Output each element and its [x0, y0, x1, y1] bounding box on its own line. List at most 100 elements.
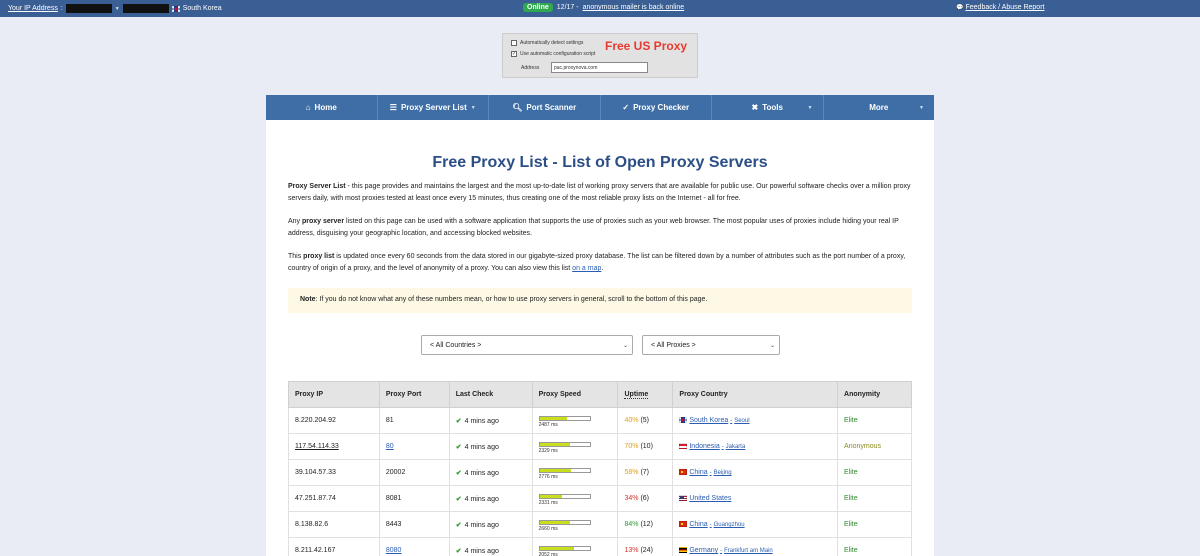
- de-flag-icon: [679, 547, 688, 554]
- last-check: ✔ 4 mins ago: [448, 485, 533, 512]
- proxy-port: 8081: [378, 485, 450, 512]
- speed-bar: [538, 519, 591, 525]
- country-select[interactable]: < All Countries > ⌄: [421, 335, 633, 355]
- tools-icon: ✖: [751, 103, 759, 112]
- proxy-country[interactable]: China - Guangzhou: [672, 511, 839, 538]
- last-check: ✔ 4 mins ago: [448, 537, 533, 556]
- proxy-ip: 39.104.57.33: [288, 459, 380, 486]
- proxy-port: 8443: [378, 511, 450, 538]
- check-icon: ✔: [455, 521, 462, 529]
- speed-bar: [538, 441, 591, 447]
- speed-bar-fill: [539, 546, 574, 550]
- home-icon: ⌂: [305, 103, 311, 112]
- ip-info: Your IP Address: ▼ South Korea: [8, 4, 222, 13]
- online-badge: Online: [523, 3, 553, 12]
- announcement-bar: Online 12/17 - anonymous mailer is back …: [523, 3, 684, 12]
- speed-bar: [538, 545, 591, 551]
- chevron-down-icon: ⌄: [769, 343, 775, 349]
- nav-proxy-checker[interactable]: ✓ Proxy Checker: [601, 95, 712, 120]
- check-icon: ✓: [622, 103, 630, 112]
- proxy-speed: 2660 ms: [531, 511, 619, 538]
- proxy-speed: 2331 ms: [531, 485, 619, 512]
- uptime: 34% (6): [617, 485, 674, 512]
- nav-port-scanner[interactable]: 🔍︎ Port Scanner: [489, 95, 601, 120]
- col-header-uptime[interactable]: Uptime: [617, 381, 674, 408]
- search-icon: 🔍︎: [512, 103, 523, 112]
- chevron-down-icon: ▼: [919, 104, 924, 111]
- ip-country: South Korea: [182, 5, 222, 12]
- anonymity: Elite: [837, 537, 912, 556]
- uptime: 84% (12): [617, 511, 674, 538]
- city-sep: -: [730, 418, 733, 424]
- anonymity: Elite: [837, 511, 912, 538]
- col-header-port: Proxy Port: [378, 381, 450, 408]
- feedback-link-wrap[interactable]: 💬 Feedback / Abuse Report: [956, 4, 1044, 11]
- chevron-down-icon: ▼: [807, 104, 813, 111]
- ad-banner[interactable]: Automatically detect settings ✓ Use auto…: [502, 33, 698, 78]
- uptime: 70% (10): [617, 433, 674, 460]
- proxy-table: Proxy IP Proxy Port Last Check Proxy Spe…: [288, 381, 912, 556]
- speed-bar-fill: [539, 520, 570, 524]
- feedback-link[interactable]: Feedback / Abuse Report: [965, 4, 1044, 11]
- uptime: 58% (7): [617, 459, 674, 486]
- table-header-row: Proxy IP Proxy Port Last Check Proxy Spe…: [288, 381, 912, 408]
- cn-flag-icon: [679, 469, 688, 476]
- main-nav: ⌂ Home ☰ Proxy Server List ▼ 🔍︎ Port Sca…: [266, 95, 934, 120]
- col-header-speed: Proxy Speed: [531, 381, 619, 408]
- check-icon: ✔: [455, 417, 462, 425]
- speech-bubble-icon: 💬: [956, 5, 964, 11]
- redacted-ip: [65, 4, 112, 13]
- nav-tools[interactable]: ✖ Tools ▼: [712, 95, 824, 120]
- chevron-down-icon: ▼: [470, 104, 476, 111]
- speed-bar-fill: [539, 468, 571, 472]
- proxy-country[interactable]: China - Beijing: [672, 459, 839, 486]
- ad-option-2: ✓ Use automatic configuration script: [511, 51, 596, 57]
- announcement-link[interactable]: anonymous mailer is back online: [583, 4, 685, 11]
- intro-paragraph-2: Any proxy server listed on this page can…: [288, 218, 899, 237]
- anonymity-select[interactable]: < All Proxies > ⌄: [642, 335, 780, 355]
- proxy-speed: 2776 ms: [531, 459, 619, 486]
- ad-address-label: Address: [521, 65, 540, 71]
- anonymity: Anonymous: [837, 433, 912, 460]
- nav-more[interactable]: More ▼: [824, 95, 935, 120]
- col-header-country: Proxy Country: [672, 381, 839, 408]
- intro-paragraph-3: This proxy list is updated once every 60…: [288, 253, 906, 272]
- anonymity: Elite: [837, 407, 912, 434]
- check-icon: ✔: [455, 443, 462, 451]
- speed-bar-fill: [539, 494, 563, 498]
- south-korea-flag-icon: [171, 5, 180, 12]
- speed-bar-fill: [539, 416, 568, 420]
- speed-bar: [538, 415, 591, 421]
- proxy-ip: 8.138.82.6: [288, 511, 380, 538]
- redacted-host: [122, 4, 169, 13]
- ad-address-field: pac.proxynova.com: [551, 62, 648, 73]
- proxy-port: 81: [378, 407, 450, 434]
- table-row: 117.54.114.33 80 ✔ 4 mins ago 2329 ms 70% (10…: [288, 433, 912, 460]
- nav-proxy-server-list[interactable]: ☰ Proxy Server List ▼: [378, 95, 489, 120]
- proxy-country[interactable]: Germany - Frankfurt am Main: [672, 537, 839, 556]
- ip-address-label[interactable]: Your IP Address: [8, 5, 58, 12]
- anonymity: Elite: [837, 485, 912, 512]
- proxy-port[interactable]: 80: [378, 433, 450, 460]
- intro-paragraph-1: Proxy Server List - this page provides a…: [288, 183, 911, 202]
- chevron-down-icon[interactable]: ▼: [115, 6, 120, 12]
- proxy-ip[interactable]: 117.54.114.33: [288, 433, 380, 460]
- top-bar: Your IP Address: ▼ South Korea Online 12…: [0, 0, 1200, 17]
- proxy-ip: 47.251.87.74: [288, 485, 380, 512]
- table-row: 8.220.204.92 81 ✔ 4 mins ago 2487 ms 40% (5) …: [288, 407, 912, 434]
- note-box: Note: If you do not know what any of the…: [288, 288, 912, 313]
- last-check: ✔ 4 mins ago: [448, 459, 533, 486]
- ad-title: Free US Proxy: [605, 39, 688, 53]
- anonymity: Elite: [837, 459, 912, 486]
- proxy-country[interactable]: United States: [672, 485, 839, 512]
- speed-bar: [538, 467, 591, 473]
- announcement-date: 12/17 -: [556, 4, 579, 11]
- city-sep: -: [720, 548, 723, 554]
- proxy-port[interactable]: 8080: [378, 537, 450, 556]
- map-link[interactable]: on a map: [572, 265, 601, 272]
- proxy-speed: 2329 ms: [531, 433, 619, 460]
- nav-home[interactable]: ⌂ Home: [266, 95, 378, 120]
- proxy-country[interactable]: Indonesia - Jakarta: [672, 433, 839, 460]
- proxy-country[interactable]: South Korea - Seoul: [672, 407, 839, 434]
- last-check: ✔ 4 mins ago: [448, 511, 533, 538]
